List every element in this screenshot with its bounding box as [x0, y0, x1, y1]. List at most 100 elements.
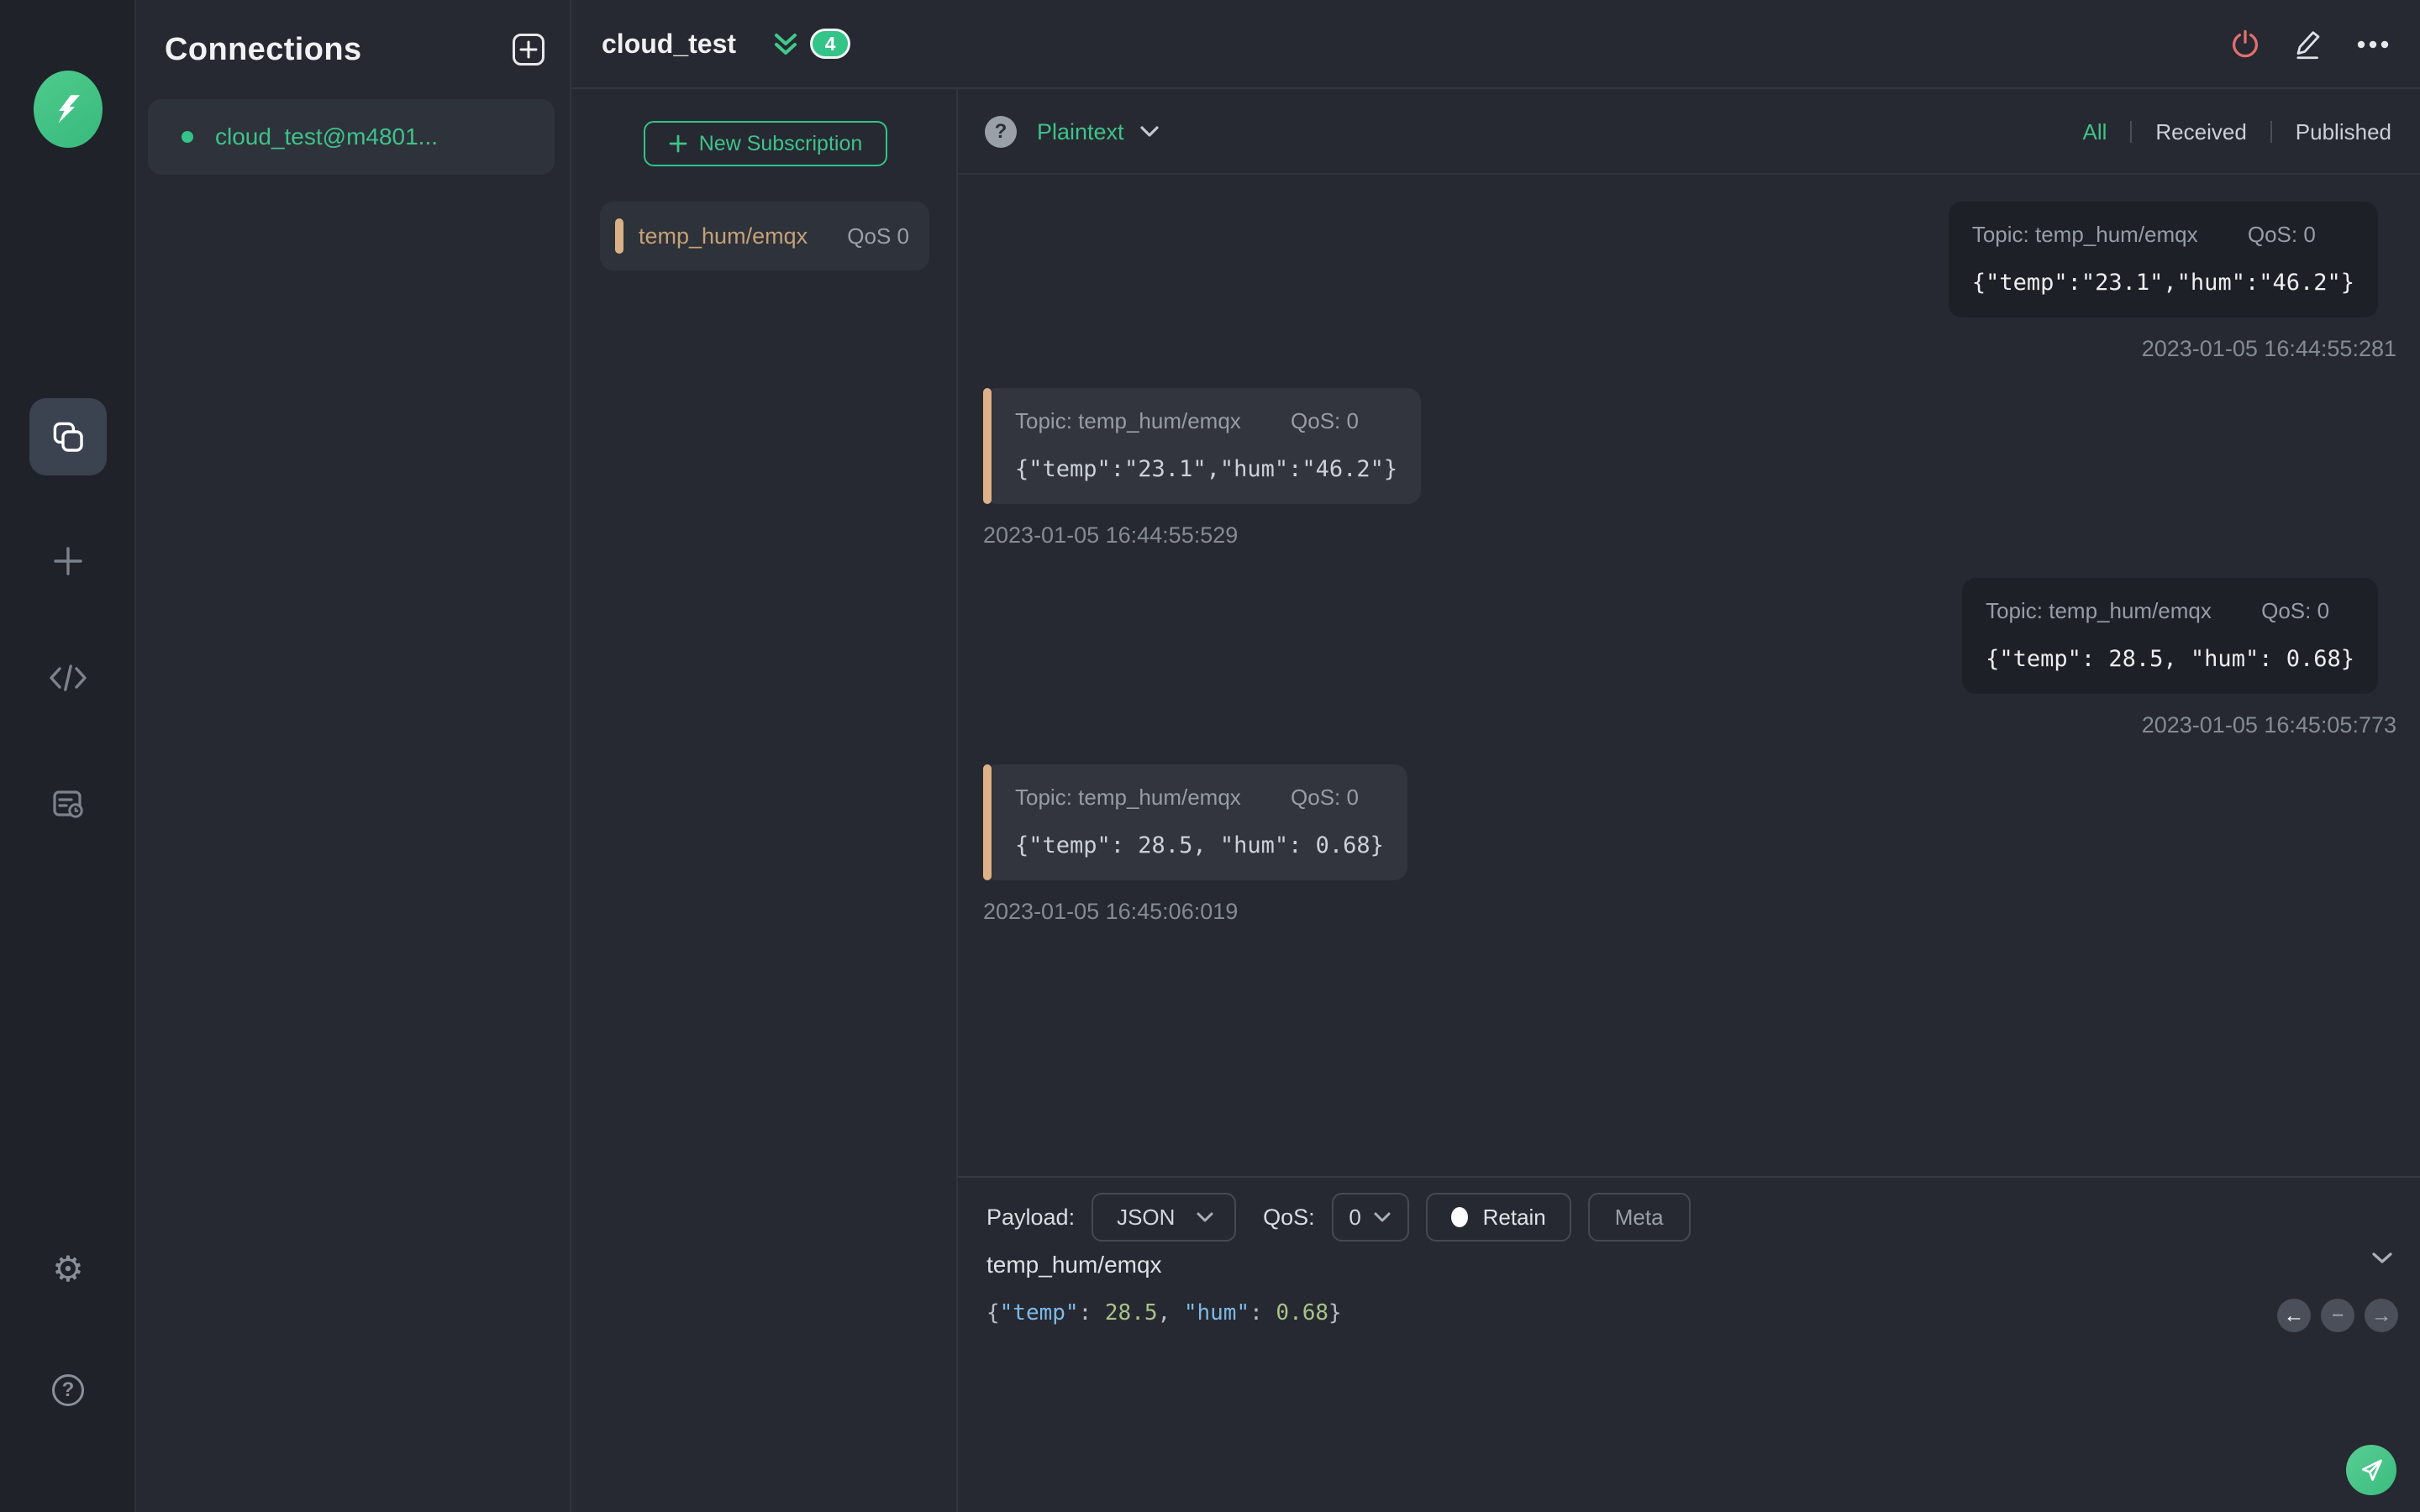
message-payload: {"temp": 28.5, "hum": 0.68}: [1015, 832, 1384, 858]
message-timestamp: 2023-01-05 16:44:55:281: [2141, 336, 2396, 361]
help-glyph: ?: [61, 1378, 75, 1401]
connection-name: cloud_test@m4801...: [215, 123, 439, 150]
message-toolbar: ? Plaintext All Received Published: [958, 89, 2420, 175]
mqttx-app-window: ⚙ ? Connections cloud_test@m4801... clou…: [0, 0, 2420, 1512]
message-published: Topic: temp_hum/emqx QoS: 0 {"temp":"23.…: [1948, 202, 2396, 362]
subscription-qos: QoS 0: [847, 223, 909, 249]
sidebar-item-settings[interactable]: ⚙: [0, 1252, 136, 1287]
payload-editor[interactable]: {"temp": 28.5, "hum": 0.68}: [986, 1300, 1342, 1326]
view-format-value: Plaintext: [1037, 118, 1124, 144]
view-format-select[interactable]: Plaintext: [1037, 89, 1160, 175]
topic-input[interactable]: temp_hum/emqx: [986, 1252, 1162, 1278]
new-subscription-label: New Subscription: [698, 131, 863, 155]
history-navigation: ← − →: [2277, 1299, 2398, 1332]
gear-icon: ⚙: [52, 1249, 84, 1289]
message-timestamp: 2023-01-05 16:45:06:019: [983, 899, 1239, 924]
subscription-item[interactable]: temp_hum/emqx QoS 0: [600, 202, 929, 270]
chevron-down-icon: [2372, 1252, 2392, 1263]
chevron-down-icon: [1197, 1212, 1213, 1222]
plus-icon: [669, 134, 687, 153]
qos-select[interactable]: 0: [1331, 1193, 1409, 1242]
message-filters: All Received Published: [2082, 89, 2391, 175]
sidebar-item-log[interactable]: [0, 786, 136, 823]
payload-token: {: [986, 1300, 1000, 1326]
message-bubble: Topic: temp_hum/emqx QoS: 0 {"temp": 28.…: [983, 764, 1407, 880]
payload-token: 0.68: [1276, 1300, 1329, 1326]
jump-to-latest-button[interactable]: [771, 30, 800, 59]
connection-status-dot: [182, 131, 193, 143]
mqttx-logo: [0, 71, 136, 148]
message-topic: Topic: temp_hum/emqx: [1971, 222, 2198, 247]
header-actions: [2225, 0, 2393, 89]
payload-format-value: JSON: [1117, 1204, 1176, 1230]
filter-all[interactable]: All: [2082, 119, 2107, 145]
message-meta: Topic: temp_hum/emqx QoS: 0: [1015, 408, 1397, 434]
filter-divider: [2130, 121, 2133, 143]
message-timestamp: 2023-01-05 16:45:05:773: [2141, 712, 2396, 738]
message-meta: Topic: temp_hum/emqx QoS: 0: [1972, 222, 2354, 248]
payload-token: "hum": [1183, 1300, 1250, 1326]
more-options-button[interactable]: [2353, 24, 2393, 65]
payload-format-select[interactable]: JSON: [1092, 1193, 1237, 1242]
disconnect-button[interactable]: [2225, 24, 2265, 65]
message-qos: QoS: 0: [2261, 598, 2330, 623]
payload-help-icon[interactable]: ?: [985, 116, 1017, 148]
previous-message-button[interactable]: ←: [2277, 1299, 2311, 1332]
message-area: ? Plaintext All Received Published Topic…: [958, 89, 2420, 1512]
meta-button[interactable]: Meta: [1587, 1193, 1691, 1242]
plus-icon: [519, 40, 538, 59]
minus-icon: −: [2331, 1303, 2344, 1327]
send-button[interactable]: [2346, 1445, 2396, 1495]
message-qos: QoS: 0: [2247, 222, 2316, 247]
connection-list-item[interactable]: cloud_test@m4801...: [148, 99, 555, 175]
payload-token: }: [1328, 1300, 1342, 1326]
unread-count-badge: 4: [810, 29, 850, 59]
message-meta: Topic: temp_hum/emqx QoS: 0: [1986, 598, 2354, 624]
sidebar-item-script[interactable]: [0, 664, 136, 692]
sidebar-item-help[interactable]: ?: [0, 1374, 136, 1406]
connections-icon: [53, 422, 83, 452]
payload-token: 28.5: [1104, 1300, 1158, 1326]
chevron-down-icon: [1374, 1212, 1391, 1222]
message-bubble: Topic: temp_hum/emqx QoS: 0 {"temp":"23.…: [1948, 202, 2378, 318]
filter-divider: [2270, 121, 2272, 143]
message-meta: Topic: temp_hum/emqx QoS: 0: [1015, 785, 1384, 811]
payload-token: ,: [1157, 1300, 1184, 1326]
filter-received[interactable]: Received: [2155, 119, 2246, 145]
chevron-down-icon: [1139, 126, 1159, 137]
help-glyph: ?: [994, 120, 1007, 143]
active-connection-title: cloud_test: [602, 29, 737, 59]
add-connection-button[interactable]: [513, 34, 544, 66]
power-icon: [2232, 29, 2259, 58]
connections-active-box: [29, 398, 107, 475]
clear-history-button[interactable]: −: [2321, 1299, 2354, 1332]
pencil-icon: [2296, 31, 2320, 60]
sidebar-item-new-connection[interactable]: [0, 543, 136, 580]
payload-token: :: [1078, 1300, 1105, 1326]
filter-published[interactable]: Published: [2296, 119, 2391, 145]
double-chevron-down-icon: [775, 34, 797, 55]
retain-dot-icon: [1450, 1207, 1468, 1227]
left-arrow-icon: ←: [2283, 1303, 2305, 1327]
next-message-button[interactable]: →: [2365, 1299, 2398, 1332]
message-qos: QoS: 0: [1291, 408, 1359, 433]
log-icon: [53, 790, 83, 818]
message-received: Topic: temp_hum/emqx QoS: 0 {"temp":"23.…: [983, 388, 1422, 549]
collapse-editor-button[interactable]: [2371, 1252, 2393, 1265]
publish-controls: Payload: JSON QoS: 0 Retain Meta: [986, 1193, 1691, 1242]
subscriptions-panel: New Subscription temp_hum/emqx QoS 0: [571, 89, 958, 1512]
send-paper-plane-icon: [2361, 1459, 2382, 1481]
subscription-color-bar: [615, 218, 623, 254]
edit-connection-button[interactable]: [2289, 24, 2329, 65]
mqttx-bolt-icon: [58, 95, 80, 123]
sidebar-item-connections[interactable]: [0, 398, 136, 475]
payload-token: :: [1249, 1300, 1276, 1326]
publish-panel: Payload: JSON QoS: 0 Retain Meta temp_hu…: [958, 1176, 2420, 1512]
retain-toggle[interactable]: Retain: [1425, 1193, 1571, 1242]
connection-header: cloud_test 4: [571, 0, 2420, 89]
payload-token: "temp": [999, 1300, 1079, 1326]
new-subscription-button[interactable]: New Subscription: [644, 121, 887, 166]
message-bubble: Topic: temp_hum/emqx QoS: 0 {"temp":"23.…: [983, 388, 1422, 504]
message-topic: Topic: temp_hum/emqx: [1986, 598, 2212, 623]
code-icon: [50, 664, 87, 691]
